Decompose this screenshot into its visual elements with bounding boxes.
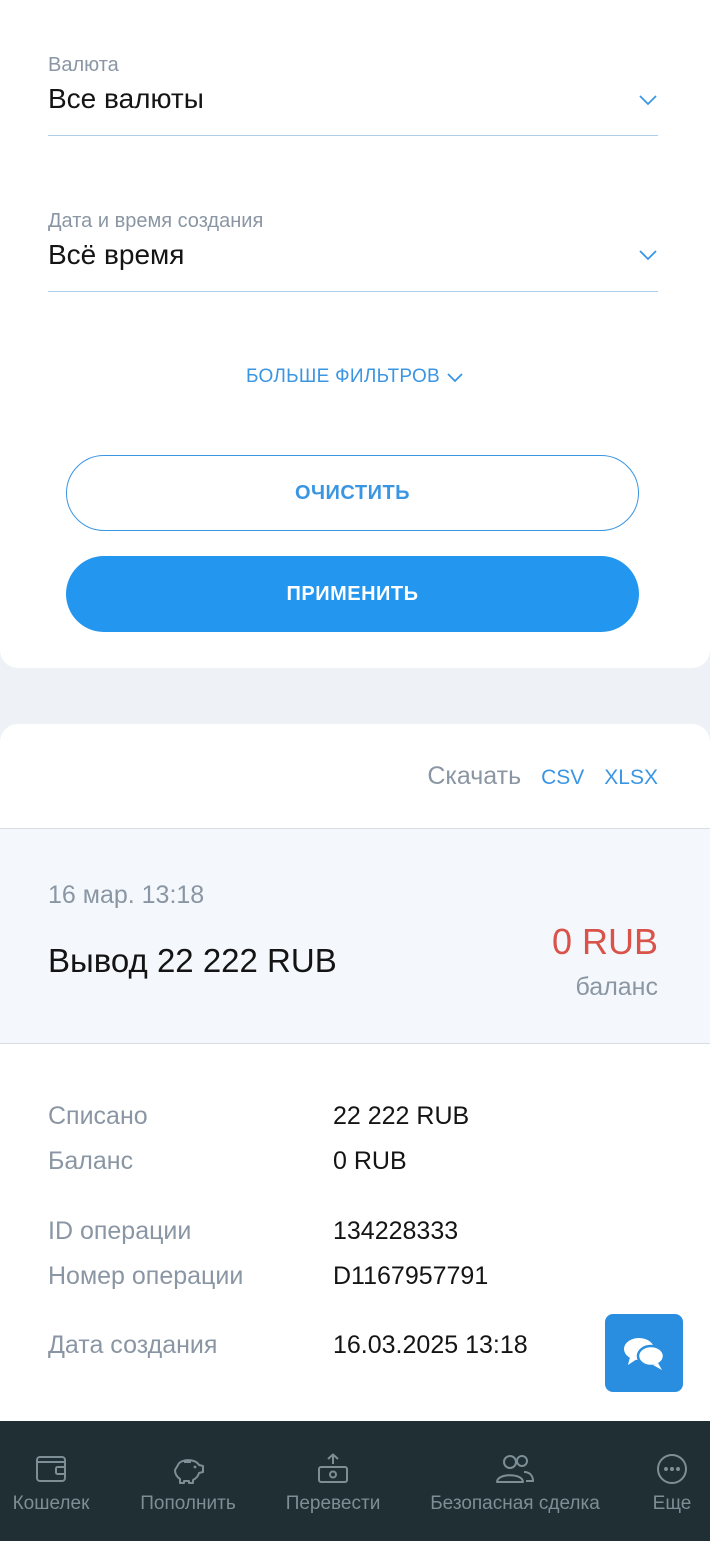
transaction-title: Вывод 22 222 RUB	[48, 942, 337, 979]
detail-value: D1167957791	[333, 1262, 489, 1290]
field-underline	[48, 135, 658, 136]
nav-label-wallet: Кошелек	[12, 1493, 90, 1514]
transactions-panel: Скачать CSV XLSX 16 мар. 13:18 Вывод 22 …	[0, 724, 710, 1444]
nav-label-transfer: Перевести	[285, 1493, 381, 1514]
more-filters-label: БОЛЬШЕ ФИЛЬТРОВ	[245, 366, 441, 387]
currency-label: Валюта	[48, 54, 119, 76]
nav-item-topup[interactable]: Пополнить	[128, 1421, 248, 1541]
bottom-navigation: Кошелек Пополнить Перевести Безопасная с…	[0, 1421, 710, 1541]
created-date-select[interactable]: Дата и время создания Всё время	[48, 210, 658, 292]
chat-icon	[624, 1338, 666, 1370]
more-icon	[657, 1454, 687, 1484]
detail-value: 134228333	[333, 1217, 459, 1245]
nav-item-transfer[interactable]: Перевести	[278, 1421, 388, 1541]
transfer-icon	[318, 1453, 348, 1483]
field-underline	[48, 291, 658, 292]
detail-key: Списано	[48, 1102, 148, 1130]
detail-key: ID операции	[48, 1217, 192, 1245]
detail-value: 16.03.2025 13:18	[333, 1331, 528, 1359]
apply-button[interactable]: ПРИМЕНИТЬ	[66, 556, 639, 632]
detail-key: Баланс	[48, 1147, 134, 1175]
transaction-balance-amount: 0 RUB	[551, 921, 658, 962]
more-filters-link[interactable]: БОЛЬШЕ ФИЛЬТРОВ	[0, 366, 710, 388]
support-chat-button[interactable]	[605, 1314, 683, 1392]
created-date-value[interactable]: Всё время	[48, 239, 658, 271]
chevron-down-icon	[447, 373, 463, 383]
divider	[0, 1043, 710, 1044]
nav-label-safe-deal: Безопасная сделка	[430, 1493, 600, 1514]
transaction-date: 16 мар. 13:18	[48, 881, 205, 909]
chevron-down-icon[interactable]	[638, 248, 658, 262]
detail-value: 22 222 RUB	[333, 1102, 470, 1130]
chevron-down-icon[interactable]	[638, 93, 658, 107]
download-xlsx-link[interactable]: XLSX	[604, 766, 658, 790]
filters-panel: Валюта Все валюты Дата и время создания …	[0, 0, 710, 668]
detail-value: 0 RUB	[333, 1147, 407, 1175]
download-bar: Скачать CSV XLSX	[427, 762, 658, 791]
nav-item-wallet[interactable]: Кошелек	[0, 1421, 102, 1541]
transaction-balance-label: баланс	[575, 973, 658, 1001]
wallet-icon	[36, 1456, 66, 1482]
nav-item-safe-deal[interactable]: Безопасная сделка	[425, 1421, 605, 1541]
created-date-label: Дата и время создания	[48, 210, 264, 232]
piggy-bank-icon	[174, 1459, 204, 1484]
download-label: Скачать	[427, 762, 522, 790]
currency-value[interactable]: Все валюты	[48, 83, 658, 115]
nav-label-topup: Пополнить	[140, 1493, 236, 1514]
users-icon	[496, 1455, 535, 1483]
nav-label-more: Еще	[652, 1493, 692, 1514]
transaction-item[interactable]: 16 мар. 13:18 Вывод 22 222 RUB 0 RUB бал…	[0, 829, 710, 1043]
currency-select[interactable]: Валюта Все валюты	[48, 54, 658, 136]
detail-key: Номер операции	[48, 1262, 244, 1290]
detail-key: Дата создания	[48, 1331, 218, 1359]
clear-button[interactable]: ОЧИСТИТЬ	[66, 455, 639, 531]
nav-item-more[interactable]: Еще	[640, 1421, 704, 1541]
download-csv-link[interactable]: CSV	[541, 766, 584, 790]
